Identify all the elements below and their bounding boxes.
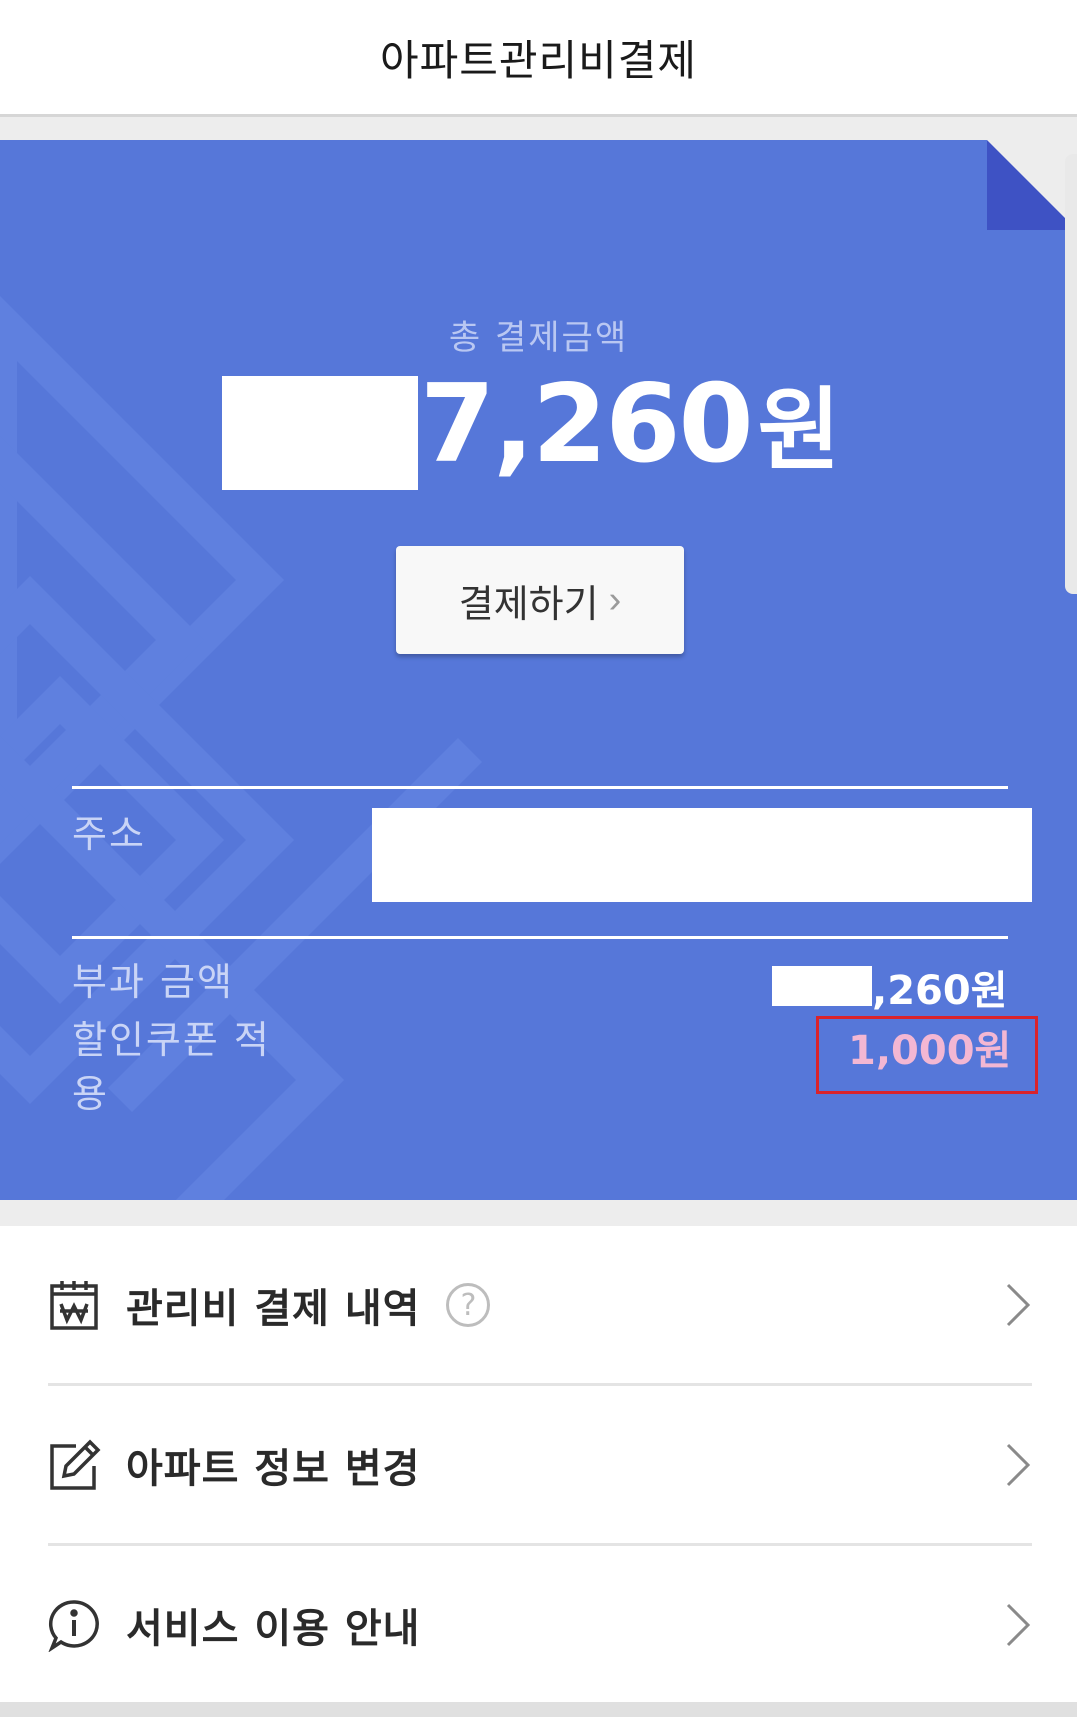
chevron-right-icon [1006,1443,1031,1487]
redacted-address-block [372,808,1032,902]
total-amount-label: 총 결제금액 [448,318,629,358]
menu-item-apartment-info[interactable]: 아파트 정보 변경 [48,1386,1032,1544]
redacted-amount-block [222,376,418,490]
chevron-right-icon [1006,1603,1031,1647]
charge-amount-label: 부과 금액 [72,960,234,1004]
menu-item-label: 관리비 결제 내역 [126,1286,421,1332]
calendar-won-icon [48,1278,102,1332]
coupon-label-line1: 할인쿠폰 적 [72,1018,271,1062]
app-header: 아파트관리비결제 [0,0,1077,117]
charge-amount-value: ,260원 [872,968,1008,1014]
menu-item-payment-history[interactable]: 관리비 결제 내역 ? [48,1226,1032,1384]
info-chat-icon [48,1598,102,1652]
divider [72,786,1008,789]
page-title: 아파트관리비결제 [379,35,698,85]
help-icon[interactable]: ? [446,1283,491,1327]
redacted-charge-block [772,966,872,1006]
pay-button-label: 결제하기 [458,583,599,626]
edit-icon [48,1438,102,1492]
menu-item-label: 서비스 이용 안내 [126,1606,421,1652]
coupon-label-line2: 용 [72,1072,109,1116]
menu-item-label: 아파트 정보 변경 [126,1446,421,1492]
address-label: 주소 [72,812,146,856]
chevron-right-icon: › [608,578,622,621]
pay-button[interactable]: 결제하기 › [396,546,684,654]
menu-item-service-guide[interactable]: 서비스 이용 안내 [48,1546,1032,1704]
highlight-box [816,1016,1038,1094]
total-amount: 7,260원 [420,360,841,496]
scrollbar-thumb[interactable] [1065,154,1077,594]
payment-summary-card: 총 결제금액 7,260원 결제하기 › 주소 부과 금액 ,260원 할인쿠폰… [0,140,1077,1200]
page-fold-corner [987,140,1077,230]
menu-list: 관리비 결제 내역 ? 아파트 정보 변경 서비스 이용 안내 [0,1226,1077,1704]
total-amount-currency: 원 [757,378,841,483]
total-amount-value: 7,260 [420,362,754,487]
divider [72,936,1008,939]
chevron-right-icon [1006,1283,1031,1327]
bottom-divider [0,1702,1077,1717]
